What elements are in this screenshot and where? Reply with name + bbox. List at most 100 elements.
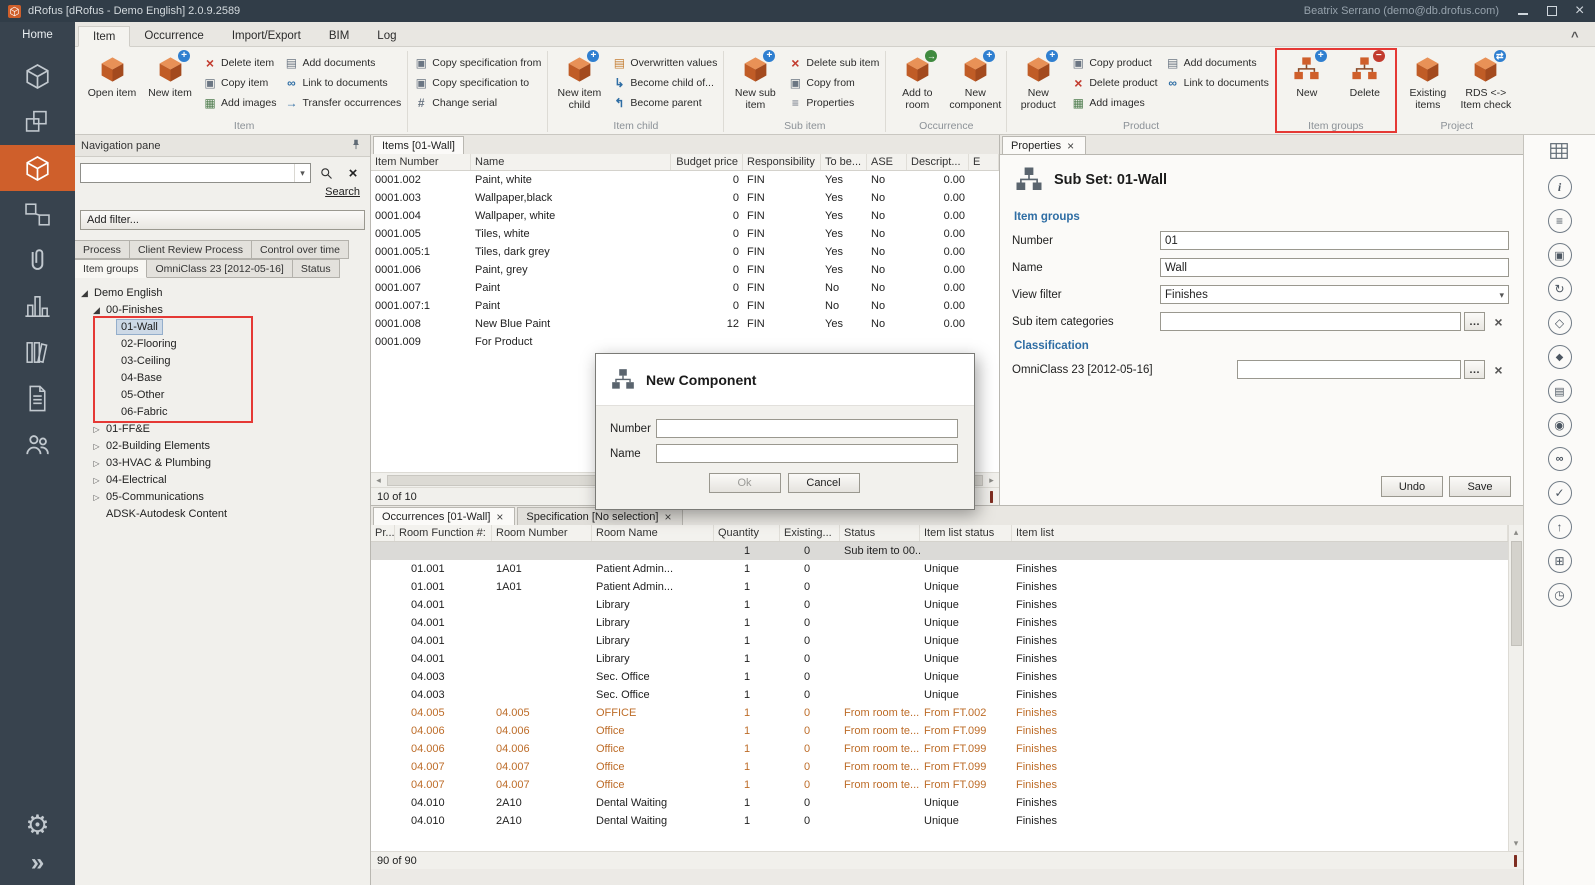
new-component-button[interactable]: New component — [947, 49, 1003, 119]
table-row[interactable]: 1 0 Sub item to 00... — [371, 542, 1508, 560]
tree-item[interactable]: ADSK-Autodesk Content — [75, 505, 370, 522]
table-row[interactable]: 0001.005 Tiles, white 0 FIN Yes No 0.00 — [371, 225, 999, 243]
column-header[interactable]: Pr... — [371, 525, 395, 541]
items-module-icon[interactable] — [0, 145, 75, 191]
ribbon-small-button[interactable]: Copy item — [200, 74, 279, 91]
maximize-icon[interactable] — [1546, 5, 1558, 17]
filter-tab[interactable]: OmniClass 23 [2012-05-16] — [147, 259, 292, 278]
menu-tab[interactable]: Log — [363, 25, 410, 46]
tree-item[interactable]: 02-Building Elements — [75, 437, 370, 454]
table-row[interactable]: 04.007 04.007 Office 1 0 From room te...… — [371, 758, 1508, 776]
books-icon[interactable] — [0, 329, 75, 375]
report-icon[interactable] — [990, 491, 993, 503]
tab-properties[interactable]: Properties — [1002, 136, 1086, 154]
new-sub-item-button[interactable]: New sub item — [727, 49, 783, 119]
table-row[interactable]: 0001.004 Wallpaper, white 0 FIN Yes No 0… — [371, 207, 999, 225]
close-icon[interactable] — [1067, 140, 1077, 152]
ribbon-small-button[interactable]: Copy specification from — [411, 54, 544, 71]
ribbon-small-button[interactable]: Copy from — [785, 74, 882, 91]
tree-expander-icon[interactable] — [91, 304, 102, 316]
cube-outline-icon[interactable] — [0, 53, 75, 99]
table-row[interactable]: 04.006 04.006 Office 1 0 From room te...… — [371, 740, 1508, 758]
column-header[interactable]: E — [969, 154, 999, 170]
clear-icon[interactable] — [1488, 312, 1509, 331]
occurrences-tab[interactable]: Occurrences [01-Wall] — [373, 507, 515, 525]
menu-tab[interactable]: Item — [78, 26, 130, 47]
tree-item[interactable]: 03-HVAC & Plumbing — [75, 454, 370, 471]
ribbon-small-button[interactable]: Link to documents — [1163, 74, 1272, 91]
tree-item[interactable]: 05-Communications — [75, 488, 370, 505]
table-row[interactable]: 0001.003 Wallpaper,black 0 FIN Yes No 0.… — [371, 189, 999, 207]
objects-icon[interactable] — [1548, 345, 1572, 369]
column-header[interactable]: Room Function #: — [395, 525, 492, 541]
chevron-down-icon[interactable] — [294, 164, 310, 182]
tab-items[interactable]: Items [01-Wall] — [373, 136, 464, 154]
table-row[interactable]: 0001.002 Paint, white 0 FIN Yes No 0.00 — [371, 171, 999, 189]
tree-item[interactable]: 04-Electrical — [75, 471, 370, 488]
table-row[interactable]: 0001.007 Paint 0 FIN No No 0.00 — [371, 279, 999, 297]
column-header[interactable]: Budget price — [671, 154, 743, 170]
save-button[interactable]: Save — [1449, 476, 1511, 497]
table-icon[interactable] — [1547, 140, 1572, 163]
network-icon[interactable] — [1548, 549, 1572, 573]
clear-icon[interactable] — [1488, 360, 1509, 379]
item-group-delete-button[interactable]: Delete — [1337, 49, 1393, 119]
vertical-scrollbar[interactable] — [1508, 525, 1523, 851]
ribbon-small-button[interactable]: Copy specification to — [411, 74, 544, 91]
tree-expander-icon[interactable] — [79, 287, 90, 299]
linked-cubes-icon[interactable] — [0, 191, 75, 237]
ribbon-small-button[interactable]: Delete product — [1068, 74, 1160, 91]
scrollbar-thumb[interactable] — [1511, 541, 1522, 646]
search-link[interactable]: Search — [325, 186, 360, 198]
pin-icon[interactable] — [349, 138, 364, 153]
table-row[interactable]: 04.007 04.007 Office 1 0 From room te...… — [371, 776, 1508, 794]
column-header[interactable]: Room Number — [492, 525, 592, 541]
ribbon-small-button[interactable]: Copy product — [1068, 54, 1160, 71]
tree-expander-icon[interactable] — [91, 423, 102, 435]
column-header[interactable]: Responsibility — [743, 154, 821, 170]
camera-icon[interactable] — [1548, 413, 1572, 437]
report-icon[interactable] — [1514, 855, 1517, 867]
search-input[interactable] — [81, 167, 294, 179]
new-item-button[interactable]: New item — [142, 49, 198, 119]
column-header[interactable]: Item Number — [371, 154, 471, 170]
table-row[interactable]: 0001.008 New Blue Paint 12 FIN Yes No 0.… — [371, 315, 999, 333]
rotate-icon[interactable] — [1548, 277, 1572, 301]
ribbon-small-button[interactable]: Properties — [785, 94, 882, 111]
tree-item[interactable]: 01-Wall — [75, 318, 370, 335]
table-row[interactable]: 04.001 Library 1 0 Unique Finishes — [371, 596, 1508, 614]
close-icon[interactable] — [496, 511, 506, 523]
model-icon[interactable] — [1548, 311, 1572, 335]
table-row[interactable]: 0001.006 Paint, grey 0 FIN Yes No 0.00 — [371, 261, 999, 279]
clear-search-icon[interactable] — [341, 163, 365, 183]
column-header[interactable]: Descript... — [907, 154, 969, 170]
browse-button[interactable] — [1464, 312, 1485, 331]
tree-expander-icon[interactable] — [91, 440, 102, 452]
table-row[interactable]: 04.001 Library 1 0 Unique Finishes — [371, 632, 1508, 650]
add-filter-button[interactable]: Add filter... — [80, 210, 365, 230]
menu-tab[interactable]: Occurrence — [130, 25, 217, 46]
filter-tab[interactable]: Control over time — [252, 240, 349, 259]
scroll-down-icon[interactable] — [1509, 836, 1523, 851]
column-header[interactable]: Item list — [1012, 525, 1508, 541]
new-item-child-button[interactable]: New item child — [551, 49, 607, 119]
table-row[interactable]: 0001.005:1 Tiles, dark grey 0 FIN Yes No… — [371, 243, 999, 261]
column-header[interactable]: Status — [840, 525, 920, 541]
ribbon-small-button[interactable]: Change serial — [411, 94, 544, 111]
column-header[interactable]: Existing... — [780, 525, 840, 541]
upload-icon[interactable] — [1548, 515, 1572, 539]
scroll-left-icon[interactable] — [371, 474, 386, 486]
rds-item-check-button[interactable]: RDS <-> Item check — [1458, 49, 1514, 119]
tree-item[interactable]: 01-FF&E — [75, 420, 370, 437]
attachments-icon[interactable] — [1548, 447, 1572, 471]
table-row[interactable]: 0001.009 For Product — [371, 333, 999, 351]
column-header[interactable]: Room Name — [592, 525, 714, 541]
document-icon[interactable] — [0, 375, 75, 421]
ribbon-small-button[interactable]: Transfer occurrences — [281, 94, 404, 111]
table-row[interactable]: 04.003 Sec. Office 1 0 Unique Finishes — [371, 668, 1508, 686]
tree-expander-icon[interactable] — [91, 474, 102, 486]
column-header[interactable]: Item list status — [920, 525, 1012, 541]
scroll-up-icon[interactable] — [1509, 525, 1523, 540]
close-icon[interactable] — [1575, 5, 1587, 17]
existing-items-button[interactable]: Existing items — [1400, 49, 1456, 119]
